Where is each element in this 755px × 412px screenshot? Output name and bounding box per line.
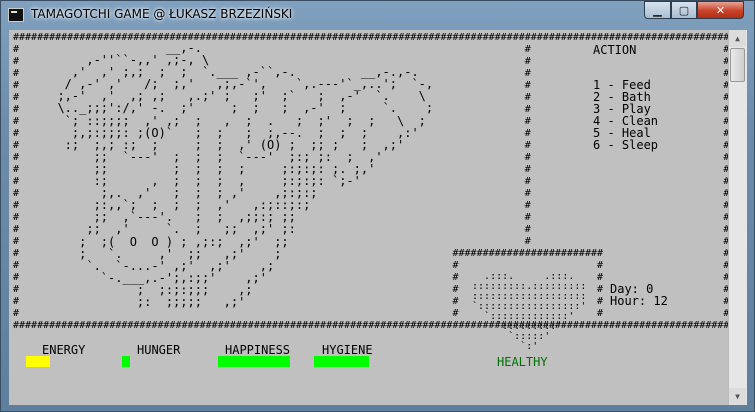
action-menu: 1 - Feed 2 - Bath 3 - Play 4 - Clean 5 -…: [593, 79, 658, 151]
close-button[interactable]: ✕: [697, 1, 744, 19]
maximize-icon: ▢: [678, 3, 690, 17]
close-icon: ✕: [715, 3, 726, 17]
minimize-icon: ▁: [653, 3, 662, 17]
minimize-button[interactable]: ▁: [644, 1, 671, 19]
vertical-scrollbar[interactable]: ▲ ▼: [728, 30, 747, 405]
hour-counter: Hour: 12: [610, 294, 668, 308]
maximize-button[interactable]: ▢: [671, 1, 697, 19]
heart-ascii-icon: .:::. .:::. :::::::::.::::::::: ::::::::…: [472, 271, 587, 352]
hygiene-label: HYGIENE: [322, 343, 373, 357]
scroll-up-icon[interactable]: ▲: [729, 30, 746, 47]
happiness-bar: [218, 356, 290, 367]
hunger-bar: [122, 356, 130, 367]
scroll-down-icon[interactable]: ▼: [729, 388, 746, 405]
happiness-label: HAPPINESS: [225, 343, 291, 357]
pet-ascii-art: __,-. ,-''``-,,' ,;-, \ ,' ,' ;,; ; ; `.…: [57, 41, 434, 309]
console-window: TAMAGOTCHI GAME @ ŁUKASZ BRZEZIŃSKI ▁ ▢ …: [0, 0, 755, 412]
energy-bar: [26, 356, 50, 367]
action-title: ACTION: [593, 43, 637, 57]
energy-label: ENERGY: [42, 343, 86, 357]
hunger-label: HUNGER: [137, 343, 181, 357]
window-title: TAMAGOTCHI GAME @ ŁUKASZ BRZEZIŃSKI: [31, 7, 293, 21]
title-bar[interactable]: TAMAGOTCHI GAME @ ŁUKASZ BRZEZIŃSKI ▁ ▢ …: [1, 1, 755, 29]
console-screen: ########################################…: [9, 30, 728, 405]
menu-item-sleep[interactable]: 6 - Sleep: [593, 139, 658, 151]
scroll-thumb[interactable]: [730, 48, 745, 82]
health-status: HEALTHY: [497, 355, 548, 369]
console-app-icon: [8, 8, 24, 22]
hygiene-bar: [314, 356, 369, 367]
time-stats: Day: 0 Hour: 12: [610, 283, 668, 307]
